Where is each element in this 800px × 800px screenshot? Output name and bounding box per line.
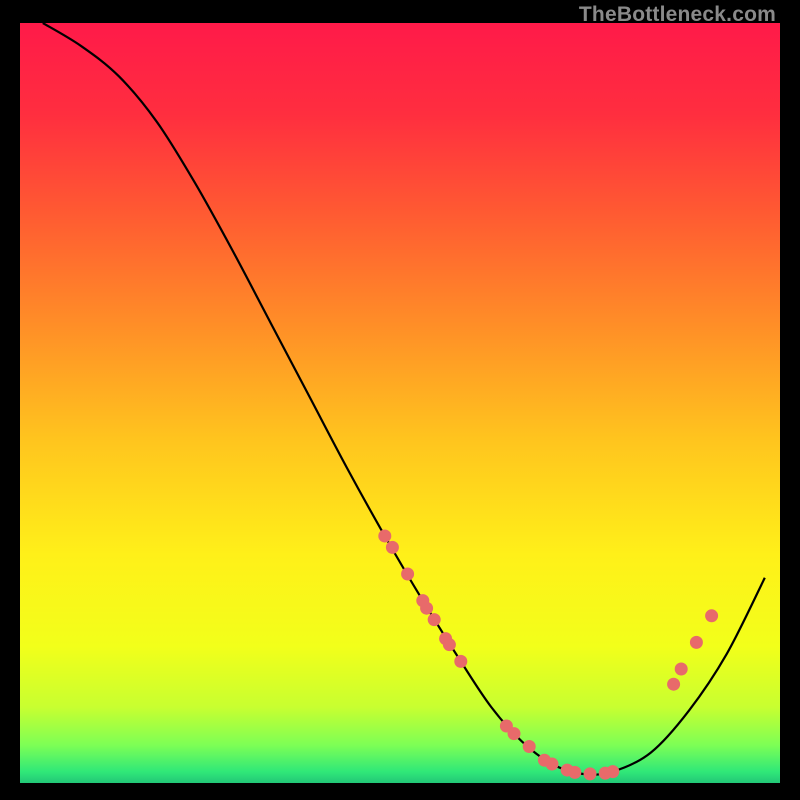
data-marker xyxy=(705,609,718,622)
data-marker xyxy=(675,663,688,676)
data-marker xyxy=(568,766,581,779)
data-marker xyxy=(428,613,441,626)
data-marker xyxy=(443,638,456,651)
data-marker xyxy=(584,767,597,780)
data-marker xyxy=(420,602,433,615)
chart-frame xyxy=(20,23,780,783)
data-marker xyxy=(508,727,521,740)
chart-svg xyxy=(20,23,780,783)
data-marker xyxy=(523,740,536,753)
data-marker xyxy=(546,758,559,771)
data-marker xyxy=(386,541,399,554)
data-marker xyxy=(667,678,680,691)
data-marker xyxy=(378,530,391,543)
data-marker xyxy=(401,568,414,581)
chart-background xyxy=(20,23,780,783)
data-marker xyxy=(454,655,467,668)
data-marker xyxy=(690,636,703,649)
data-marker xyxy=(606,765,619,778)
